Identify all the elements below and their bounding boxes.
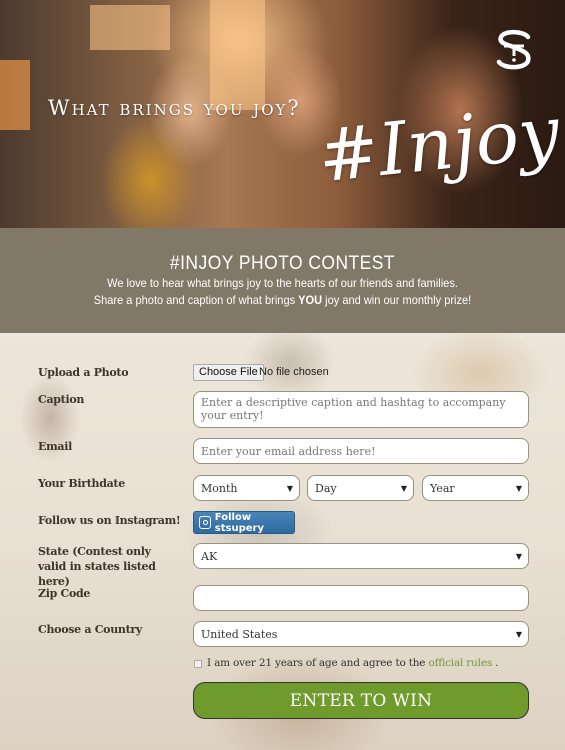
- enter-to-win-button[interactable]: ENTER TO WIN: [193, 682, 529, 719]
- dropdown-arrow-icon: ▼: [515, 483, 522, 493]
- contest-banner: #INJOY PHOTO CONTEST We love to hear wha…: [0, 228, 565, 333]
- description-text: Share a photo and caption of what brings: [93, 293, 299, 307]
- email-input[interactable]: Enter your email address here!: [193, 438, 529, 464]
- follow-instagram-button[interactable]: Follow stsupery: [193, 511, 295, 534]
- agree-text: I am over 21 years of age and agree to t…: [207, 657, 429, 669]
- contest-description-line1: We love to hear what brings joy to the h…: [107, 276, 458, 290]
- hero-hashtag: #Injoy: [314, 89, 564, 199]
- official-rules-link[interactable]: official rules: [428, 657, 492, 669]
- country-value: United States: [201, 627, 278, 641]
- country-select[interactable]: United States ▼: [193, 621, 529, 647]
- email-label: Email: [38, 440, 73, 453]
- dropdown-arrow-icon: ▼: [286, 483, 293, 493]
- birth-month-select[interactable]: Month ▼: [193, 475, 300, 501]
- dropdown-arrow-icon: ▼: [400, 483, 407, 493]
- birth-month-value: Month: [201, 481, 238, 495]
- file-status-text: No file chosen: [259, 366, 329, 378]
- hero-background-window: [90, 5, 170, 50]
- country-label: Choose a Country: [38, 623, 142, 636]
- hero-banner-image: What brings you joy? #Injoy: [0, 0, 565, 228]
- instagram-icon: [199, 516, 211, 529]
- state-select[interactable]: AK ▼: [193, 543, 529, 569]
- email-placeholder: Enter your email address here!: [201, 444, 376, 458]
- hero-background-window: [0, 60, 30, 130]
- st-supery-logo-icon: [496, 29, 531, 70]
- contest-title: #INJOY PHOTO CONTEST: [169, 253, 396, 274]
- caption-label: Caption: [38, 393, 85, 406]
- upload-photo-label: Upload a Photo: [38, 366, 129, 379]
- birth-year-select[interactable]: Year ▼: [422, 475, 529, 501]
- dropdown-arrow-icon: ▼: [515, 551, 522, 561]
- caption-placeholder: Enter a descriptive caption and hashtag …: [201, 396, 506, 422]
- birth-day-select[interactable]: Day ▼: [307, 475, 414, 501]
- age-agree-text: I am over 21 years of age and agree to t…: [207, 657, 499, 669]
- description-text: joy and win our monthly prize!: [322, 293, 472, 307]
- hero-tagline: What brings you joy?: [48, 96, 301, 120]
- instagram-label: Follow us on Instagram!: [38, 514, 181, 527]
- age-agree-checkbox[interactable]: [194, 660, 202, 668]
- zip-label: Zip Code: [38, 587, 91, 600]
- state-label: State (Contest only valid in states list…: [38, 545, 156, 588]
- hero-background-window: [210, 0, 265, 110]
- choose-file-button[interactable]: Choose File: [193, 364, 264, 381]
- dropdown-arrow-icon: ▼: [515, 629, 522, 639]
- description-emphasis: YOU: [298, 293, 323, 307]
- contest-description-line2: Share a photo and caption of what brings…: [23, 292, 543, 309]
- birth-day-value: Day: [315, 481, 337, 495]
- birth-year-value: Year: [430, 481, 455, 495]
- follow-instagram-label: Follow stsupery: [214, 511, 264, 534]
- zip-input[interactable]: [193, 585, 529, 611]
- caption-textarea[interactable]: Enter a descriptive caption and hashtag …: [193, 391, 529, 428]
- birthdate-label: Your Birthdate: [38, 477, 125, 490]
- state-value: AK: [201, 549, 218, 563]
- agree-text-end: .: [492, 657, 499, 669]
